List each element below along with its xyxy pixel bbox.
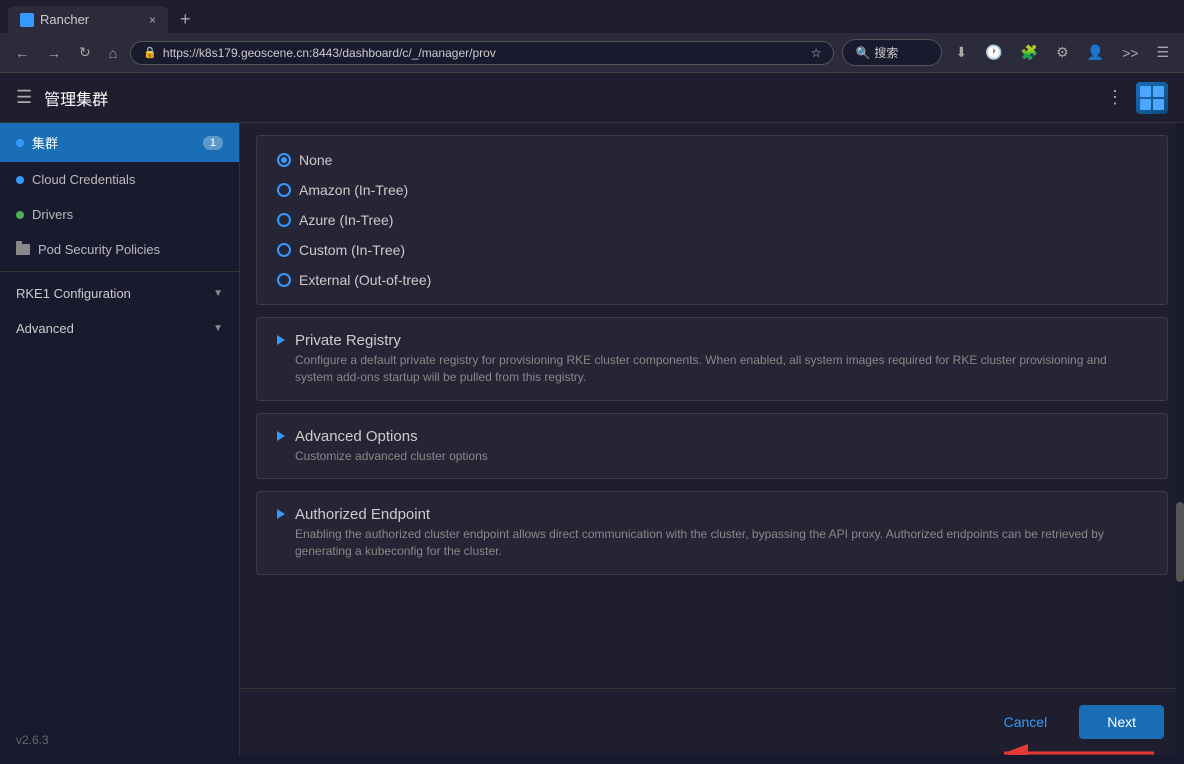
content-area: None Amazon (In-Tree) Azure (In-Tree) bbox=[240, 123, 1184, 688]
radio-azure-circle bbox=[277, 213, 291, 227]
tab-close-button[interactable]: × bbox=[149, 13, 156, 27]
sidebar-label-drivers: Drivers bbox=[32, 207, 73, 222]
hamburger-icon[interactable]: ☰ bbox=[16, 87, 32, 108]
authorized-endpoint-header[interactable]: Authorized Endpoint Enabling the authori… bbox=[257, 492, 1167, 574]
extensions-icon[interactable]: 🧩 bbox=[1016, 42, 1043, 63]
drivers-dot-icon bbox=[16, 211, 24, 219]
advanced-options-title: Advanced Options bbox=[295, 428, 488, 445]
tab-bar: Rancher × + bbox=[0, 0, 1184, 33]
footer: Cancel Next bbox=[240, 688, 1184, 755]
advanced-chevron-icon: ▼ bbox=[213, 323, 223, 334]
settings-icon[interactable]: ⚙ bbox=[1051, 42, 1074, 63]
authorized-endpoint-expand-icon bbox=[277, 509, 285, 519]
advanced-options-header[interactable]: Advanced Options Customize advanced clus… bbox=[257, 414, 1167, 479]
address-url: https://k8s179.geoscene.cn:8443/dashboar… bbox=[163, 46, 805, 60]
lock-icon: 🔒 bbox=[143, 46, 157, 59]
active-tab[interactable]: Rancher × bbox=[8, 6, 168, 33]
sidebar-item-drivers[interactable]: Drivers bbox=[0, 197, 239, 232]
browser-chrome: Rancher × + ← → ↻ ⌂ 🔒 https://k8s179.geo… bbox=[0, 0, 1184, 73]
version-text: v2.6.3 bbox=[16, 733, 49, 747]
header-actions: ⋮ bbox=[1106, 82, 1168, 114]
radio-external-circle bbox=[277, 273, 291, 287]
avatar[interactable] bbox=[1136, 82, 1168, 114]
arrow-annotation bbox=[984, 733, 1164, 755]
cloud-credentials-dot-icon bbox=[16, 176, 24, 184]
sidebar-divider bbox=[0, 271, 239, 272]
sidebar-item-pod-security-policies[interactable]: Pod Security Policies bbox=[0, 232, 239, 267]
private-registry-content: Private Registry Configure a default pri… bbox=[295, 332, 1147, 386]
address-bar[interactable]: 🔒 https://k8s179.geoscene.cn:8443/dashbo… bbox=[130, 41, 834, 65]
authorized-endpoint-title: Authorized Endpoint bbox=[295, 506, 1147, 523]
radio-external[interactable]: External (Out-of-tree) bbox=[277, 272, 1147, 288]
advanced-options-desc: Customize advanced cluster options bbox=[295, 448, 488, 465]
tab-favicon bbox=[20, 13, 34, 27]
new-tab-button[interactable]: + bbox=[172, 9, 199, 30]
scrollbar-thumb[interactable] bbox=[1176, 502, 1184, 582]
sidebar-section-rke1[interactable]: RKE1 Configuration ▼ bbox=[0, 276, 239, 311]
radio-external-label: External (Out-of-tree) bbox=[299, 272, 431, 288]
nav-bar: ← → ↻ ⌂ 🔒 https://k8s179.geoscene.cn:844… bbox=[0, 33, 1184, 72]
radio-azure-label: Azure (In-Tree) bbox=[299, 212, 393, 228]
sidebar-item-cloud-credentials[interactable]: Cloud Credentials bbox=[0, 162, 239, 197]
private-registry-card: Private Registry Configure a default pri… bbox=[256, 317, 1168, 401]
sidebar: 集群 1 Cloud Credentials Drivers Pod Secur… bbox=[0, 123, 240, 755]
app-header: ☰ 管理集群 ⋮ bbox=[0, 73, 1184, 123]
pod-security-folder-icon bbox=[16, 244, 30, 255]
cloud-provider-radio-group: None Amazon (In-Tree) Azure (In-Tree) bbox=[277, 152, 1147, 288]
sidebar-label-cloud-credentials: Cloud Credentials bbox=[32, 172, 135, 187]
advanced-section-label: Advanced bbox=[16, 321, 74, 336]
radio-none-label: None bbox=[299, 152, 332, 168]
private-registry-header[interactable]: Private Registry Configure a default pri… bbox=[257, 318, 1167, 400]
radio-custom[interactable]: Custom (In-Tree) bbox=[277, 242, 1147, 258]
sidebar-item-clusters[interactable]: 集群 1 bbox=[0, 123, 239, 162]
forward-button[interactable]: → bbox=[42, 43, 66, 63]
scrollbar-track[interactable] bbox=[1176, 123, 1184, 755]
menu-icon[interactable]: ☰ bbox=[1151, 42, 1174, 63]
main-content: None Amazon (In-Tree) Azure (In-Tree) bbox=[240, 123, 1184, 755]
download-icon[interactable]: ⬇ bbox=[950, 42, 972, 63]
header-dots-icon[interactable]: ⋮ bbox=[1106, 87, 1124, 108]
sidebar-section-advanced[interactable]: Advanced ▼ bbox=[0, 311, 239, 346]
arrow-svg bbox=[984, 733, 1164, 755]
search-icon: 🔍 bbox=[855, 46, 870, 60]
radio-azure[interactable]: Azure (In-Tree) bbox=[277, 212, 1147, 228]
clusters-dot-icon bbox=[16, 139, 24, 147]
back-button[interactable]: ← bbox=[10, 43, 34, 63]
radio-amazon-label: Amazon (In-Tree) bbox=[299, 182, 408, 198]
rke1-section-label: RKE1 Configuration bbox=[16, 286, 131, 301]
cloud-provider-section: None Amazon (In-Tree) Azure (In-Tree) bbox=[256, 135, 1168, 305]
rke1-chevron-icon: ▼ bbox=[213, 288, 223, 299]
private-registry-desc: Configure a default private registry for… bbox=[295, 352, 1147, 386]
radio-custom-label: Custom (In-Tree) bbox=[299, 242, 405, 258]
profile-icon[interactable]: 👤 bbox=[1082, 42, 1109, 63]
app-title: 管理集群 bbox=[44, 86, 108, 110]
refresh-button[interactable]: ↻ bbox=[74, 42, 96, 63]
history-icon[interactable]: 🕐 bbox=[980, 42, 1007, 63]
authorized-endpoint-card: Authorized Endpoint Enabling the authori… bbox=[256, 491, 1168, 575]
radio-custom-circle bbox=[277, 243, 291, 257]
advanced-options-content: Advanced Options Customize advanced clus… bbox=[295, 428, 488, 465]
home-button[interactable]: ⌂ bbox=[104, 43, 122, 63]
sidebar-label-pod-security: Pod Security Policies bbox=[38, 242, 160, 257]
radio-amazon-circle bbox=[277, 183, 291, 197]
private-registry-title: Private Registry bbox=[295, 332, 1147, 349]
bookmark-icon: ☆ bbox=[811, 46, 822, 60]
clusters-badge: 1 bbox=[203, 136, 223, 150]
authorized-endpoint-desc: Enabling the authorized cluster endpoint… bbox=[295, 526, 1147, 560]
more-icon[interactable]: >> bbox=[1117, 43, 1143, 63]
sidebar-label-clusters: 集群 bbox=[32, 133, 58, 152]
private-registry-expand-icon bbox=[277, 335, 285, 345]
tab-title: Rancher bbox=[40, 12, 89, 27]
radio-none-circle bbox=[277, 153, 291, 167]
radio-none[interactable]: None bbox=[277, 152, 1147, 168]
advanced-options-expand-icon bbox=[277, 431, 285, 441]
search-bar[interactable]: 🔍 搜索 bbox=[842, 39, 942, 66]
authorized-endpoint-content: Authorized Endpoint Enabling the authori… bbox=[295, 506, 1147, 560]
radio-amazon[interactable]: Amazon (In-Tree) bbox=[277, 182, 1147, 198]
search-placeholder: 搜索 bbox=[874, 44, 898, 61]
advanced-options-card: Advanced Options Customize advanced clus… bbox=[256, 413, 1168, 480]
